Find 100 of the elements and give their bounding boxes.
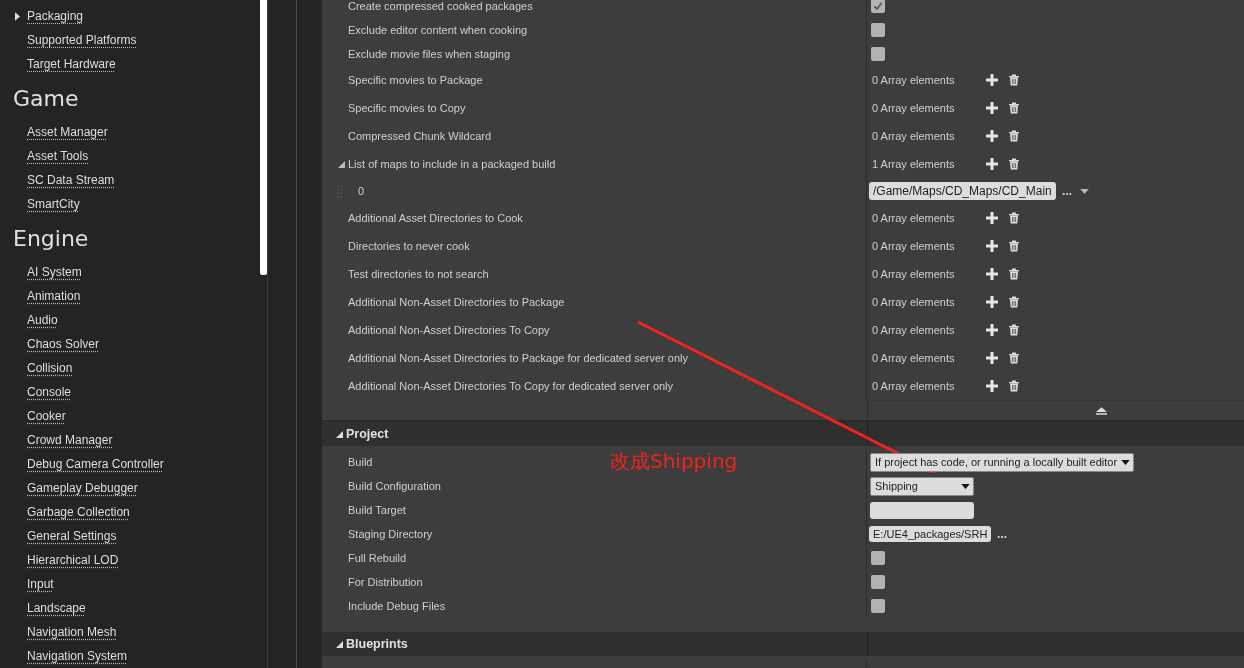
add-icon[interactable]	[986, 74, 998, 86]
trash-icon[interactable]	[1008, 380, 1020, 392]
category-link[interactable]: Packaging	[27, 9, 84, 23]
category-heading: Engine	[13, 225, 90, 253]
settings-link[interactable]: Input	[27, 577, 54, 591]
settings-link[interactable]: General Settings	[27, 529, 117, 543]
trash-icon[interactable]	[1008, 352, 1020, 364]
settings-link[interactable]: Debug Camera Controller	[27, 457, 164, 471]
add-icon[interactable]	[986, 130, 998, 142]
settings-link[interactable]: Collision	[27, 361, 73, 375]
trash-icon[interactable]	[1008, 74, 1020, 86]
property-label: Include Debug Files	[348, 600, 446, 612]
annotation-text: 改成Shipping	[610, 448, 738, 475]
checkbox[interactable]	[871, 551, 885, 565]
dropdown[interactable]: If project has code, or running a locally built editor	[870, 452, 1135, 472]
property-label: Specific movies to Copy	[348, 102, 466, 114]
trash-icon[interactable]	[1008, 102, 1020, 114]
property-label: Build Configuration	[348, 480, 441, 492]
array-count: 0 Array elements	[872, 212, 956, 224]
property-label: Additional Non-Asset Directories to Package	[348, 296, 565, 308]
add-icon[interactable]	[986, 268, 998, 280]
property-label: Exclude movie files when staging	[348, 48, 511, 60]
trash-icon[interactable]	[1008, 212, 1020, 224]
trash-icon[interactable]	[1008, 324, 1020, 336]
property-label: Additional Non-Asset Directories to Package for dedicated server only	[348, 352, 688, 364]
settings-link[interactable]: Navigation System	[27, 649, 128, 663]
property-label: List of maps to include in a packaged build	[348, 158, 556, 170]
caret-icon	[961, 483, 970, 489]
caret-icon[interactable]	[1079, 188, 1089, 194]
caret-icon	[1121, 459, 1131, 465]
section-header[interactable]: Blueprints	[322, 632, 1244, 656]
settings-link[interactable]: Landscape	[27, 601, 86, 615]
section-header[interactable]: Project	[322, 422, 1244, 446]
add-icon[interactable]	[986, 158, 998, 170]
property-label: Full Rebuild	[348, 552, 407, 564]
settings-link[interactable]: Console	[27, 385, 72, 399]
checkbox[interactable]	[871, 599, 885, 613]
add-icon[interactable]	[986, 296, 998, 308]
property-label: Specific movies to Package	[348, 74, 483, 86]
settings-link[interactable]: Animation	[27, 289, 81, 303]
checkbox[interactable]	[871, 0, 885, 13]
checkbox[interactable]	[871, 23, 885, 37]
trash-icon[interactable]	[1008, 268, 1020, 280]
property-label: Test directories to not search	[348, 268, 489, 280]
property-label: Staging Directory	[348, 528, 433, 540]
settings-link[interactable]: Hierarchical LOD	[27, 553, 119, 567]
settings-link[interactable]: SmartCity	[27, 197, 80, 211]
property-label: Compressed Chunk Wildcard	[348, 130, 492, 142]
settings-link[interactable]: AI System	[27, 265, 82, 279]
input-field[interactable]	[870, 501, 974, 519]
property-label: Build	[348, 456, 373, 468]
property-label: Directories to never cook	[348, 240, 470, 252]
more-options-icon[interactable]	[997, 534, 1008, 539]
category-heading: Game	[13, 85, 80, 113]
settings-link[interactable]: Asset Tools	[27, 149, 89, 163]
array-count: 0 Array elements	[872, 296, 956, 308]
settings-link[interactable]: Gameplay Debugger	[27, 481, 138, 495]
collapse-up-icon[interactable]	[1096, 407, 1107, 415]
settings-link[interactable]: Navigation Mesh	[27, 625, 117, 639]
expand-arrow-icon[interactable]	[15, 11, 20, 21]
checkbox[interactable]	[871, 47, 885, 61]
asset-path-field[interactable]: /Game/Maps/CD_Maps/CD_Main	[869, 182, 1056, 200]
trash-icon[interactable]	[1008, 158, 1020, 170]
property-label: 0	[357, 185, 365, 197]
settings-link[interactable]: SC Data Stream	[27, 173, 115, 187]
more-options-icon[interactable]	[1061, 191, 1072, 196]
property-label: Additional Asset Directories to Cook	[348, 212, 523, 224]
settings-link[interactable]: Crowd Manager	[27, 433, 113, 447]
settings-link[interactable]: Supported Platforms	[27, 33, 137, 47]
drag-handle-icon[interactable]	[337, 184, 342, 198]
collapse-arrow-icon[interactable]	[338, 160, 345, 168]
checkbox[interactable]	[871, 575, 885, 589]
array-count: 0 Array elements	[872, 380, 956, 392]
scrollbar-thumb[interactable]	[260, 0, 267, 275]
add-icon[interactable]	[986, 380, 998, 392]
array-count: 0 Array elements	[872, 102, 956, 114]
property-label: Additional Non-Asset Directories To Copy for dedicated server only	[348, 380, 674, 392]
trash-icon[interactable]	[1008, 240, 1020, 252]
array-count: 0 Array elements	[872, 130, 956, 142]
property-label: Additional Non-Asset Directories To Copy	[348, 324, 550, 336]
array-count: 0 Array elements	[872, 240, 956, 252]
property-label: Exclude editor content when cooking	[348, 24, 528, 36]
array-count: 0 Array elements	[872, 74, 956, 86]
trash-icon[interactable]	[1008, 296, 1020, 308]
property-label: For Distribution	[348, 576, 423, 588]
array-count: 1 Array elements	[872, 158, 956, 170]
settings-link[interactable]: Audio	[27, 313, 58, 327]
settings-link[interactable]: Asset Manager	[27, 125, 108, 139]
add-icon[interactable]	[986, 352, 998, 364]
dropdown[interactable]: Shipping	[870, 476, 974, 496]
add-icon[interactable]	[986, 240, 998, 252]
add-icon[interactable]	[986, 102, 998, 114]
add-icon[interactable]	[986, 212, 998, 224]
settings-link[interactable]: Cooker	[27, 409, 66, 423]
directory-field[interactable]: E:/UE4_packages/SRH	[869, 526, 992, 542]
add-icon[interactable]	[986, 324, 998, 336]
settings-link[interactable]: Chaos Solver	[27, 337, 100, 351]
settings-link[interactable]: Target Hardware	[27, 57, 116, 71]
settings-link[interactable]: Garbage Collection	[27, 505, 130, 519]
trash-icon[interactable]	[1008, 130, 1020, 142]
